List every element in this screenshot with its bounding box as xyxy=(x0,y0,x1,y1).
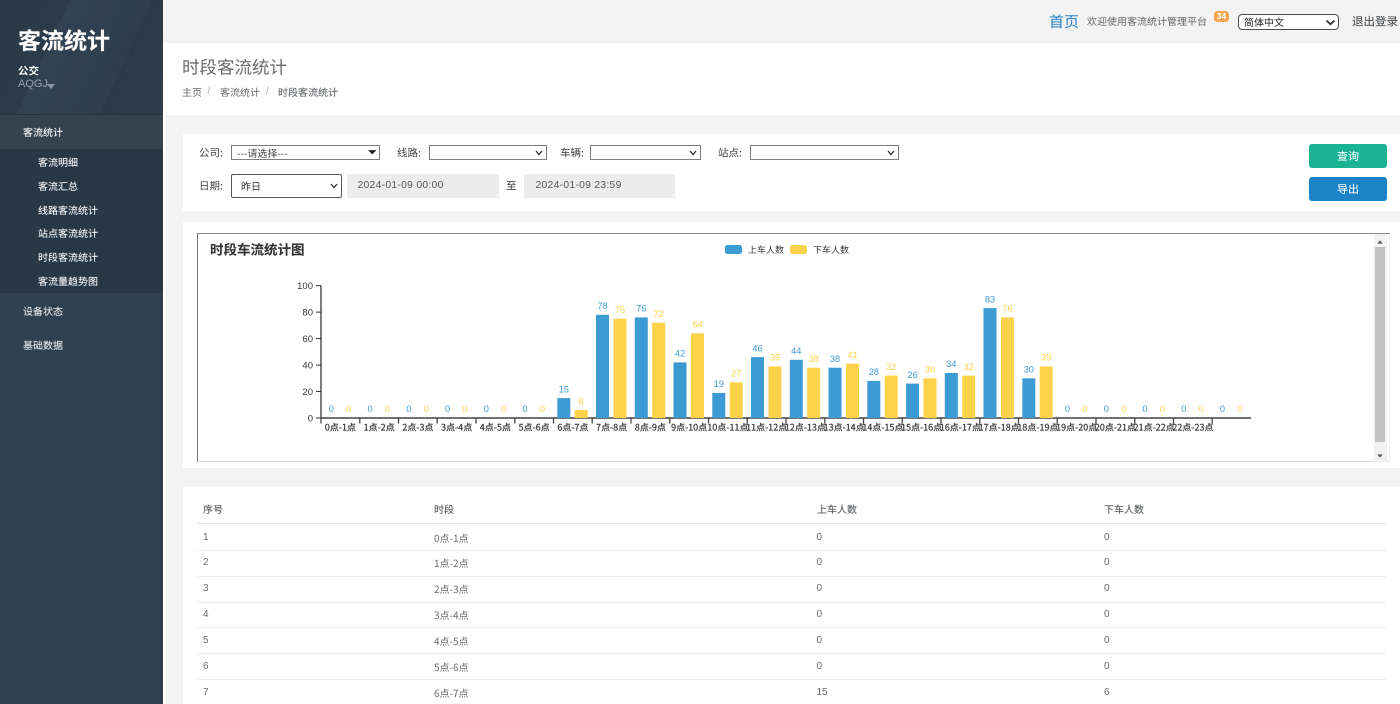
svg-text:32: 32 xyxy=(886,362,896,372)
svg-text:0: 0 xyxy=(1142,404,1147,414)
svg-text:0: 0 xyxy=(424,404,429,414)
svg-text:39: 39 xyxy=(770,353,780,363)
svg-text:28: 28 xyxy=(869,367,879,377)
svg-text:0: 0 xyxy=(1104,404,1109,414)
svg-text:0: 0 xyxy=(385,404,390,414)
svg-text:72: 72 xyxy=(654,309,664,319)
svg-text:0: 0 xyxy=(406,404,411,414)
svg-text:0: 0 xyxy=(346,404,351,414)
svg-text:0: 0 xyxy=(1065,404,1070,414)
svg-text:0: 0 xyxy=(308,413,313,424)
svg-text:42: 42 xyxy=(675,349,685,359)
svg-text:0: 0 xyxy=(540,404,545,414)
svg-text:26: 26 xyxy=(907,370,917,380)
svg-text:75: 75 xyxy=(615,305,625,315)
svg-text:30: 30 xyxy=(925,365,935,375)
svg-text:0: 0 xyxy=(522,404,527,414)
svg-text:0: 0 xyxy=(445,404,450,414)
svg-text:38: 38 xyxy=(809,354,819,364)
svg-text:0: 0 xyxy=(1199,404,1204,414)
svg-text:6: 6 xyxy=(579,396,584,406)
svg-text:78: 78 xyxy=(597,301,607,311)
svg-text:64: 64 xyxy=(692,320,702,330)
svg-text:41: 41 xyxy=(847,350,857,360)
svg-text:46: 46 xyxy=(752,343,762,353)
svg-text:0: 0 xyxy=(1220,404,1225,414)
svg-text:76: 76 xyxy=(636,304,646,314)
svg-text:40: 40 xyxy=(302,361,313,372)
svg-text:30: 30 xyxy=(1024,365,1034,375)
svg-text:60: 60 xyxy=(302,334,313,345)
svg-text:0: 0 xyxy=(1160,404,1165,414)
svg-text:0: 0 xyxy=(1121,404,1126,414)
svg-text:0: 0 xyxy=(1237,404,1242,414)
svg-text:76: 76 xyxy=(1002,304,1012,314)
svg-text:0: 0 xyxy=(462,404,467,414)
svg-text:0: 0 xyxy=(329,404,334,414)
svg-text:0: 0 xyxy=(501,404,506,414)
svg-text:39: 39 xyxy=(1041,353,1051,363)
svg-text:15: 15 xyxy=(559,384,569,394)
svg-text:100: 100 xyxy=(297,281,313,292)
svg-text:0: 0 xyxy=(1082,404,1087,414)
svg-text:20: 20 xyxy=(302,387,313,398)
svg-text:0: 0 xyxy=(484,404,489,414)
svg-text:80: 80 xyxy=(302,308,313,319)
svg-text:32: 32 xyxy=(964,362,974,372)
svg-text:44: 44 xyxy=(791,346,801,356)
svg-text:0: 0 xyxy=(368,404,373,414)
svg-text:34: 34 xyxy=(946,359,956,369)
svg-text:83: 83 xyxy=(985,294,995,304)
svg-text:38: 38 xyxy=(830,354,840,364)
svg-text:27: 27 xyxy=(731,369,741,379)
svg-text:0: 0 xyxy=(1181,404,1186,414)
svg-text:19: 19 xyxy=(714,379,724,389)
